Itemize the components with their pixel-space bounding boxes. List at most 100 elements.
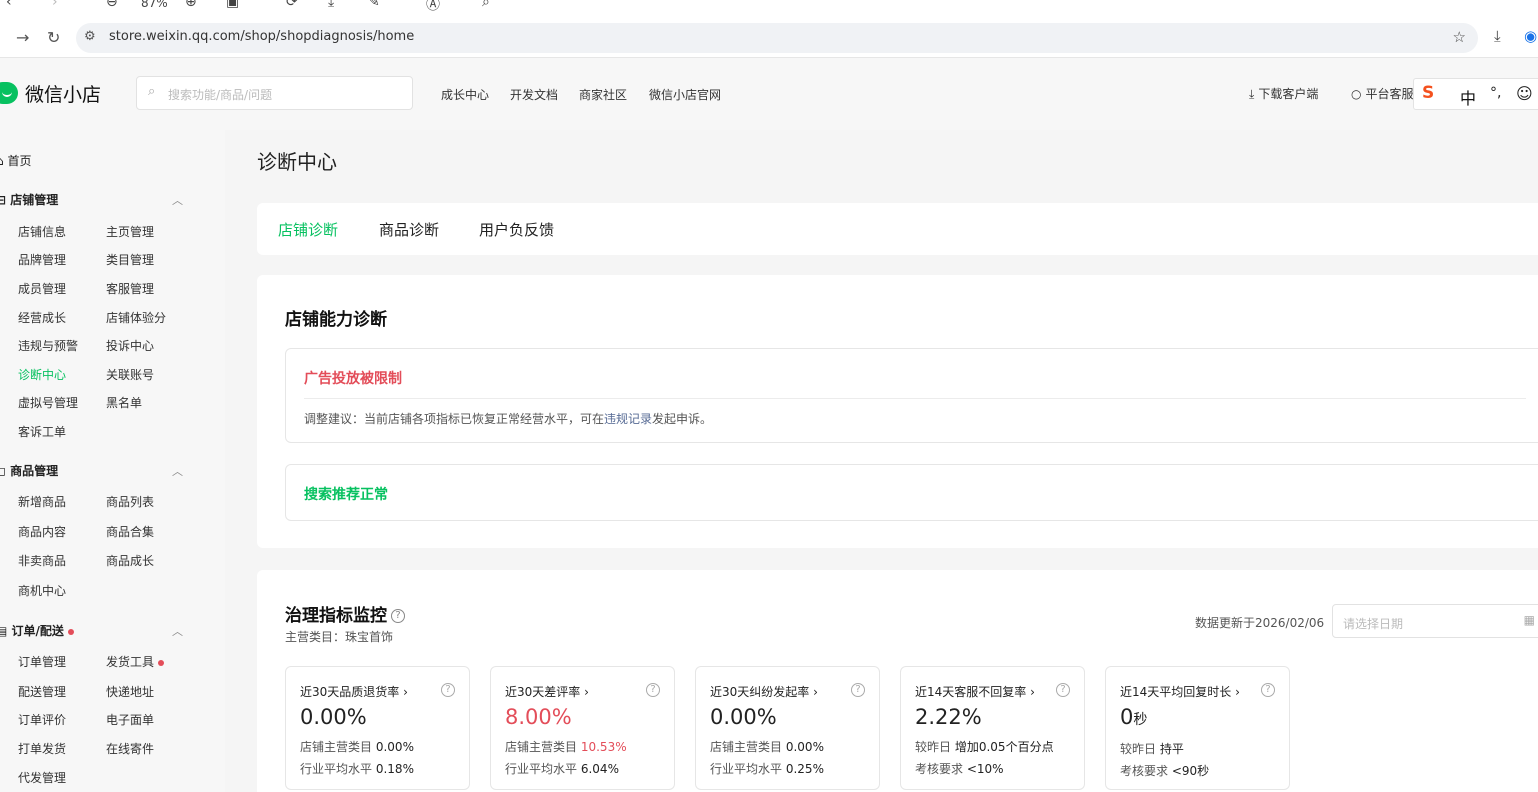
sidebar-item-growth[interactable]: 经营成长	[18, 309, 66, 326]
violation-record-link[interactable]: 违规记录	[604, 412, 652, 426]
sidebar-item-store-info[interactable]: 店铺信息	[18, 223, 66, 240]
sidebar-item-product-growth[interactable]: 商品成长	[106, 552, 154, 569]
fit-page-icon[interactable]: ▣	[226, 0, 239, 10]
sidebar-item-order-reviews[interactable]: 订单评价	[18, 711, 66, 728]
sidebar-item-product-list[interactable]: 商品列表	[106, 493, 154, 510]
ime-toolbar[interactable]: S 中 °, ☺	[1413, 78, 1538, 110]
address-bar[interactable]: ⚙ store.weixin.qq.com/shop/shopdiagnosis…	[76, 23, 1478, 53]
sidebar-item-product-content[interactable]: 商品内容	[18, 523, 66, 540]
sidebar-item-non-sale[interactable]: 非卖商品	[18, 552, 66, 569]
metric-title[interactable]: 近30天差评率 ›	[505, 683, 589, 700]
forward-arrow-icon[interactable]: ›	[52, 0, 58, 10]
profile-icon[interactable]: ◉	[1524, 27, 1537, 45]
site-info-icon[interactable]: ⚙	[84, 29, 96, 44]
tab-user-feedback[interactable]: 用户负反馈	[479, 219, 554, 240]
sidebar-item-homepage[interactable]: 主页管理	[106, 223, 154, 240]
zoom-in-icon[interactable]: ⊕	[185, 0, 197, 10]
metric-card-negative-review[interactable]: 近30天差评率 › ? 8.00% 店铺主营类目 10.53% 行业平均水平 6…	[490, 666, 675, 790]
sidebar-item-new-product[interactable]: 新增商品	[18, 493, 66, 510]
download-client-button[interactable]: ⤓ 下载客户端	[1249, 85, 1318, 102]
download-icon[interactable]: ⤓	[328, 0, 334, 10]
sidebar-item-blacklist[interactable]: 黑名单	[106, 394, 142, 411]
sidebar-item-complaints[interactable]: 投诉中心	[106, 337, 154, 354]
metric-value: 8.00%	[505, 705, 572, 729]
zoom-out-icon[interactable]: ⊖	[106, 0, 118, 10]
draw-icon[interactable]: ✎	[368, 0, 380, 10]
nav-dev-docs[interactable]: 开发文档	[510, 86, 558, 103]
chevron-up-icon[interactable]: ︿	[172, 192, 183, 208]
sidebar-item-delivery[interactable]: 配送管理	[18, 683, 66, 700]
metric-row: 较昨日 增加0.05个百分点	[915, 740, 1054, 754]
metric-card-no-reply-rate[interactable]: 近14天客服不回复率 › ? 2.22% 较昨日 增加0.05个百分点 考核要求…	[900, 666, 1085, 790]
metric-row: 店铺主营类目 10.53%	[505, 740, 627, 754]
date-picker[interactable]: 请选择日期 ▦	[1332, 604, 1538, 638]
sidebar-item-members[interactable]: 成员管理	[18, 280, 66, 297]
data-updated-text: 数据更新于2026/02/06	[1195, 616, 1325, 630]
ime-punctuation-icon[interactable]: °,	[1490, 85, 1501, 101]
notification-dot	[158, 659, 165, 666]
search-input[interactable]: ⌕ 搜索功能/商品/问题	[136, 76, 413, 110]
bag-icon: ◻	[0, 464, 6, 478]
nav-official-site[interactable]: 微信小店官网	[649, 86, 721, 103]
sidebar-item-dropship[interactable]: 代发管理	[18, 769, 66, 786]
metric-row: 行业平均水平 0.18%	[300, 762, 414, 776]
sidebar-item-brand[interactable]: 品牌管理	[18, 251, 66, 268]
url-text[interactable]: store.weixin.qq.com/shop/shopdiagnosis/h…	[109, 29, 414, 44]
sidebar-item-order-manage[interactable]: 订单管理	[18, 653, 66, 670]
wechat-shop-logo-icon	[0, 82, 18, 104]
tab-store-diagnosis[interactable]: 店铺诊断	[278, 219, 338, 240]
nav-merchant-community[interactable]: 商家社区	[579, 86, 627, 103]
chevron-up-icon[interactable]: ︿	[172, 623, 183, 639]
sidebar-item-home[interactable]: ⌂ 首页	[0, 152, 31, 169]
sidebar-item-diagnosis[interactable]: 诊断中心	[18, 366, 66, 383]
platform-service-button[interactable]: ○ 平台客服	[1351, 85, 1414, 102]
sidebar-item-express-address[interactable]: 快递地址	[106, 683, 154, 700]
sidebar-item-opportunity[interactable]: 商机中心	[18, 582, 66, 599]
sidebar-section-orders[interactable]: ▤ 订单/配送	[0, 622, 74, 639]
sidebar-item-customer-service[interactable]: 客服管理	[106, 280, 154, 297]
sidebar-item-experience-score[interactable]: 店铺体验分	[106, 309, 166, 326]
sidebar-item-product-collection[interactable]: 商品合集	[106, 523, 154, 540]
sidebar-item-category[interactable]: 类目管理	[106, 251, 154, 268]
browser-toolbar: ‹ › ⊖ 87% ⊕ ▣ ⟳ ⤓ ✎ Ⓐ ⌕	[0, 0, 1538, 17]
sidebar-item-complaint-tickets[interactable]: 客诉工单	[18, 423, 66, 440]
sidebar-item-online-mail[interactable]: 在线寄件	[106, 740, 154, 757]
tab-product-diagnosis[interactable]: 商品诊断	[379, 219, 439, 240]
ime-lang-toggle[interactable]: 中	[1460, 85, 1476, 109]
sidebar-item-shipping-tools[interactable]: 发货工具	[106, 653, 165, 670]
sidebar-item-virtual-number[interactable]: 虚拟号管理	[18, 394, 78, 411]
reload-icon[interactable]: ↻	[47, 28, 60, 47]
nav-growth-center[interactable]: 成长中心	[441, 86, 489, 103]
back-arrow-icon[interactable]: ‹	[6, 0, 12, 10]
help-icon[interactable]: ?	[1056, 683, 1070, 697]
sidebar-section-store[interactable]: ⊟ 店铺管理	[0, 191, 58, 208]
help-icon[interactable]: ?	[391, 609, 405, 623]
forward-nav-icon[interactable]: →	[16, 28, 29, 47]
sidebar-section-products[interactable]: ◻ 商品管理	[0, 462, 58, 479]
help-icon[interactable]: ?	[441, 683, 455, 697]
sidebar-item-print-ship[interactable]: 打单发货	[18, 740, 66, 757]
metric-title[interactable]: 近30天品质退货率 ›	[300, 683, 408, 700]
search-doc-icon[interactable]: ⌕	[482, 0, 490, 10]
rotate-icon[interactable]: ⟳	[286, 0, 298, 10]
metric-card-return-rate[interactable]: 近30天品质退货率 › ? 0.00% 店铺主营类目 0.00% 行业平均水平 …	[285, 666, 470, 790]
sidebar-item-e-waybill[interactable]: 电子面单	[106, 711, 154, 728]
ime-emoji-icon[interactable]: ☺	[1516, 84, 1533, 103]
browser-download-icon[interactable]: ⤓	[1494, 27, 1501, 45]
sidebar-item-linked-accounts[interactable]: 关联账号	[106, 366, 154, 383]
help-icon[interactable]: ?	[646, 683, 660, 697]
metric-card-dispute-rate[interactable]: 近30天纠纷发起率 › ? 0.00% 店铺主营类目 0.00% 行业平均水平 …	[695, 666, 880, 790]
help-icon[interactable]: ?	[851, 683, 865, 697]
bookmark-star-icon[interactable]: ☆	[1453, 28, 1466, 46]
metric-title[interactable]: 近14天客服不回复率 ›	[915, 683, 1035, 700]
help-icon[interactable]: ?	[1261, 683, 1275, 697]
metric-card-reply-time[interactable]: 近14天平均回复时长 › ? 0秒 较昨日 持平 考核要求 <90秒	[1105, 666, 1290, 790]
metric-title[interactable]: 近14天平均回复时长 ›	[1120, 683, 1240, 700]
governance-card: 治理指标监控? 主营类目：珠宝首饰 数据更新于2026/02/06 请选择日期 …	[257, 570, 1538, 792]
sidebar-item-violations[interactable]: 违规与预警	[18, 337, 78, 354]
search-recommend-box: 搜索推荐正常	[285, 464, 1538, 521]
metric-title[interactable]: 近30天纠纷发起率 ›	[710, 683, 818, 700]
read-aloud-icon[interactable]: Ⓐ	[426, 0, 440, 14]
main-category: 主营类目：珠宝首饰	[285, 630, 394, 644]
chevron-up-icon[interactable]: ︿	[172, 463, 183, 479]
